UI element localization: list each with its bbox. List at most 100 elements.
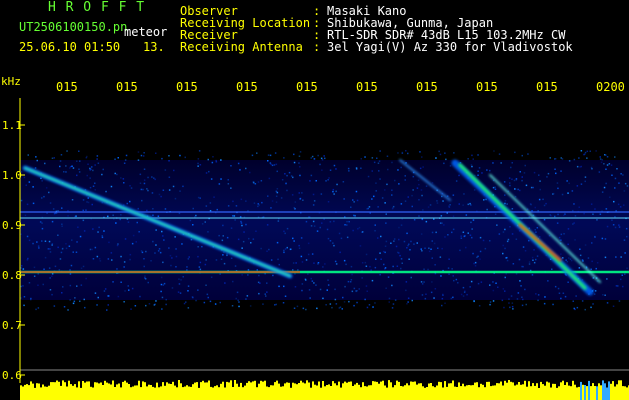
noise-speck xyxy=(226,236,229,239)
noise-speck xyxy=(182,276,184,278)
noise-speck xyxy=(509,306,511,309)
noise-speck xyxy=(112,281,114,283)
noise-speck xyxy=(566,260,569,263)
power-bar-segment xyxy=(264,380,266,400)
noise-speck xyxy=(129,258,131,261)
power-bar-segment xyxy=(184,386,186,400)
x-tick-label: 015 xyxy=(176,80,198,94)
noise-speck xyxy=(308,289,311,291)
power-bar-segment xyxy=(232,387,234,400)
power-bar-segment xyxy=(552,383,554,400)
noise-speck xyxy=(127,221,130,223)
noise-speck xyxy=(478,167,481,169)
noise-speck xyxy=(460,235,462,237)
power-bar-segment xyxy=(100,382,102,400)
power-bar-segment xyxy=(626,387,628,400)
noise-speck xyxy=(374,224,376,226)
noise-speck xyxy=(206,293,209,296)
power-bar-segment xyxy=(140,387,142,400)
noise-speck xyxy=(522,265,524,268)
noise-speck xyxy=(328,177,330,179)
noise-speck xyxy=(508,298,510,300)
noise-speck xyxy=(199,197,201,199)
noise-speck xyxy=(324,263,326,265)
noise-speck xyxy=(494,186,496,188)
noise-speck xyxy=(96,304,98,306)
power-bar-segment xyxy=(96,382,98,400)
noise-speck xyxy=(563,214,565,217)
noise-speck xyxy=(74,297,76,299)
noise-speck xyxy=(313,158,316,160)
noise-speck xyxy=(278,263,280,266)
noise-speck xyxy=(332,242,334,244)
power-bar-segment xyxy=(608,381,610,400)
noise-speck xyxy=(532,186,534,189)
noise-speck xyxy=(356,301,358,304)
noise-speck xyxy=(35,308,37,311)
noise-speck xyxy=(524,250,527,252)
noise-speck xyxy=(220,258,223,260)
noise-speck xyxy=(271,200,274,202)
noise-speck xyxy=(578,206,580,208)
noise-speck xyxy=(568,160,571,162)
power-bar-segment xyxy=(572,380,574,400)
noise-speck xyxy=(482,239,485,242)
noise-speck xyxy=(463,291,466,293)
noise-speck xyxy=(223,262,226,265)
noise-speck xyxy=(245,298,247,300)
noise-speck xyxy=(421,194,423,197)
noise-speck xyxy=(533,249,535,251)
noise-speck xyxy=(353,287,356,290)
noise-speck xyxy=(33,275,36,277)
noise-speck xyxy=(296,305,299,308)
noise-speck xyxy=(556,222,559,224)
noise-speck xyxy=(266,224,269,226)
noise-speck xyxy=(191,296,194,298)
noise-speck xyxy=(32,242,34,245)
power-bar-segment xyxy=(106,382,108,400)
noise-speck xyxy=(348,220,350,223)
noise-speck xyxy=(538,174,540,176)
noise-speck xyxy=(508,177,511,179)
noise-speck xyxy=(391,194,393,196)
power-bar-segment xyxy=(456,387,458,400)
noise-speck xyxy=(86,174,88,177)
noise-speck xyxy=(564,295,567,298)
power-bar-segment xyxy=(452,380,454,400)
noise-speck xyxy=(82,219,85,222)
noise-speck xyxy=(114,172,116,175)
noise-speck xyxy=(486,169,488,171)
noise-speck xyxy=(103,290,106,292)
noise-speck xyxy=(604,256,607,259)
noise-speck xyxy=(267,195,269,197)
noise-speck xyxy=(474,174,476,177)
power-bar-segment xyxy=(360,387,362,400)
noise-speck xyxy=(92,169,94,172)
noise-speck xyxy=(165,298,167,301)
noise-speck xyxy=(435,157,437,159)
power-bar-segment xyxy=(396,380,398,400)
power-bar-segment xyxy=(58,381,60,400)
noise-speck xyxy=(519,171,521,173)
noise-speck xyxy=(341,308,343,310)
noise-speck xyxy=(589,150,591,152)
noise-speck xyxy=(69,166,72,168)
noise-speck xyxy=(37,307,40,309)
noise-speck xyxy=(438,150,440,153)
noise-speck xyxy=(107,215,109,218)
power-bar-segment xyxy=(450,383,452,400)
power-bar-segment xyxy=(578,386,580,400)
power-bar-segment xyxy=(580,381,582,400)
noise-speck xyxy=(485,198,487,201)
noise-speck xyxy=(419,151,421,153)
power-bar-segment xyxy=(52,382,54,400)
noise-speck xyxy=(94,189,96,191)
noise-speck xyxy=(452,194,455,196)
noise-speck xyxy=(583,153,585,156)
noise-speck xyxy=(222,224,224,227)
power-bar-segment xyxy=(584,385,586,400)
noise-speck xyxy=(530,186,533,189)
noise-speck xyxy=(401,151,404,154)
noise-speck xyxy=(311,155,314,158)
noise-speck xyxy=(615,285,618,287)
